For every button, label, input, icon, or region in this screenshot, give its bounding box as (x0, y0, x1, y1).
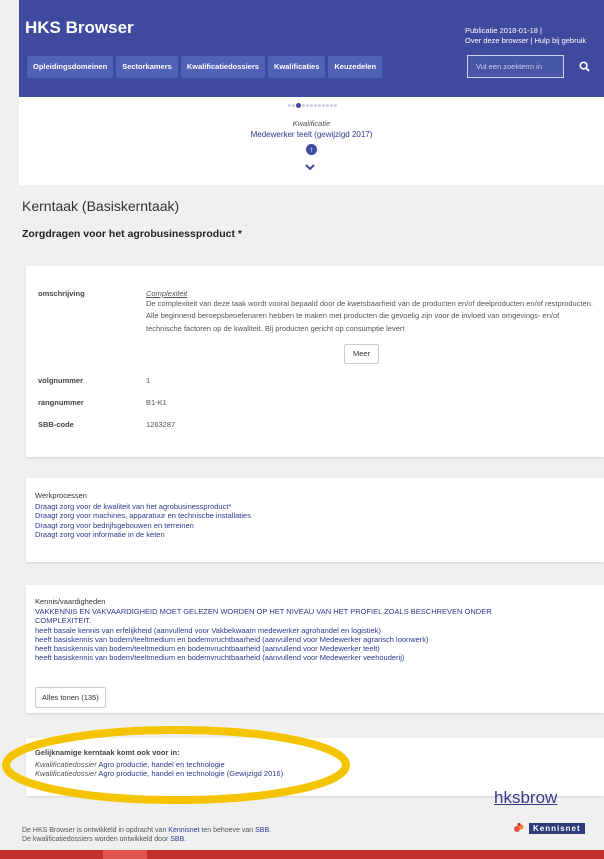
footer: De HKS Browser is ontwikkeld in opdracht… (22, 826, 271, 844)
kennis-card: Kennis/vaardigheden VAKKENNIS EN VAKVAAR… (26, 585, 604, 713)
pager-dot[interactable] (302, 104, 305, 107)
dossier-link[interactable]: Agro productie, handel en technologie (98, 760, 224, 769)
bottom-bar (0, 850, 604, 859)
search-input[interactable]: Vul een zoekterm in (467, 55, 564, 78)
gelijknamig-list: Kwalificatiedossier Agro productie, hand… (35, 760, 283, 779)
werkproces-link[interactable]: Draagt zorg voor machines, apparatuur en… (35, 511, 251, 520)
chevron-down-icon[interactable] (305, 163, 315, 174)
kennisnet-link[interactable]: Kennisnet (168, 827, 199, 834)
sbb-link-2[interactable]: SBB (170, 836, 184, 843)
search-button[interactable] (565, 55, 604, 78)
watermark-text: hksbrow (494, 788, 558, 807)
gelijknamig-item[interactable]: Kwalificatiedossier Agro productie, hand… (35, 760, 283, 769)
meer-button[interactable]: Meer (344, 344, 380, 364)
kennis-item: COMPLEXITEIT. (35, 616, 92, 626)
pager-dot[interactable] (314, 104, 317, 107)
rangnummer-value: B1-K1 (146, 398, 167, 407)
description-text: De complexiteit van deze taak wordt voor… (146, 299, 593, 333)
dossier-link[interactable]: Agro productie, handel en technologie (G… (98, 769, 283, 778)
pager-dot[interactable] (326, 104, 329, 107)
sbb-code-label: SBB-code (38, 420, 74, 429)
header-info: Publicatie 2018-01-18 | Over deze browse… (465, 26, 586, 46)
publication-date: Publicatie 2018-01-18 | (465, 26, 542, 35)
sbb-code-value: 1263287 (146, 420, 176, 429)
werkprocessen-card: Werkprocessen Draagt zorg voor de kwalit… (26, 478, 604, 562)
pager-dot[interactable] (306, 104, 309, 107)
footer-text-2: ten behoeve van (201, 827, 254, 834)
footer-text-3: De kwalificatiedossiers worden ontwikkel… (22, 836, 169, 843)
app-title[interactable]: HKS Browser (25, 18, 134, 38)
search-box: Vul een zoekterm in (467, 55, 604, 78)
footer-text-1: De HKS Browser is ontwikkeld in opdracht… (22, 827, 167, 834)
kennis-item[interactable]: heeft basiskennis van bodem/teeltmedium … (35, 644, 492, 653)
kennisnet-icon (514, 822, 524, 832)
omschrijving-label: omschrijving (38, 289, 85, 298)
pager-dot[interactable] (296, 103, 301, 108)
kennisnet-logo-text: Kennisnet (529, 822, 585, 834)
pager-dot[interactable] (334, 104, 337, 107)
gelijknamig-item[interactable]: Kwalificatiedossier Agro productie, hand… (35, 769, 283, 778)
pager-dot[interactable] (318, 104, 321, 107)
rangnummer-label: rangnummer (38, 398, 84, 407)
pager-dots (288, 103, 337, 108)
qualification-pager: Kwalificatie Medewerker teelt (gewijzigd… (19, 97, 604, 185)
main-nav: Opleidingsdomeinen Sectorkamers Kwalific… (19, 56, 383, 78)
search-icon (579, 61, 590, 72)
qualification-link[interactable]: Medewerker teelt (gewijzigd 2017) (19, 130, 604, 139)
show-all-button[interactable]: Alles tonen (135) (35, 687, 106, 708)
page-subtitle: Zorgdragen voor het agrobusinessproduct … (22, 228, 242, 240)
nav-kwalificaties[interactable]: Kwalificaties (267, 56, 326, 78)
nav-opleidingsdomeinen[interactable]: Opleidingsdomeinen (27, 56, 114, 78)
complexity-label: Complexiteit (146, 289, 188, 298)
kennis-item[interactable]: heeft basiskennis van bodem/teeltmedium … (35, 635, 492, 644)
arrow-up-icon[interactable]: ↑ (306, 144, 317, 155)
footer-line-2: De kwalificatiedossiers worden ontwikkel… (22, 836, 187, 843)
pager-dot[interactable] (310, 104, 313, 107)
volgnummer-label: volgnummer (38, 376, 84, 385)
kennisnet-logo[interactable]: Kennisnet (513, 822, 585, 834)
werkprocessen-list: Draagt zorg voor de kwaliteit van het ag… (35, 502, 251, 539)
header-links[interactable]: Over deze browser | Hulp bij gebruik (465, 36, 586, 46)
kennis-list: VAKKENNIS EN VAKVAARDIGHEID MOET GELEZEN… (35, 607, 492, 663)
pager-dot[interactable] (322, 104, 325, 107)
dossier-prefix: Kwalificatiedossier (35, 760, 97, 769)
volgnummer-value: 1 (146, 376, 151, 385)
werkproces-link[interactable]: Draagt zorg voor de kwaliteit van het ag… (35, 502, 251, 511)
details-card: omschrijving Complexiteit De complexitei… (26, 266, 604, 457)
pager-dot[interactable] (292, 104, 295, 107)
kennis-item: VAKKENNIS EN VAKVAARDIGHEID MOET GELEZEN… (35, 607, 492, 616)
kennis-item[interactable]: heeft basale kennis van erfelijkheid (aa… (35, 626, 492, 635)
app-header: HKS Browser Publicatie 2018-01-18 | Over… (19, 0, 604, 97)
nav-kwalificatiedossiers[interactable]: Kwalificatiedossiers (180, 56, 265, 78)
sbb-link[interactable]: SBB (255, 827, 269, 834)
kennis-title: Kennis/vaardigheden (35, 597, 106, 606)
pager-dot[interactable] (330, 104, 333, 107)
pager-dot[interactable] (288, 104, 291, 107)
nav-keuzedelen[interactable]: Keuzedelen (328, 56, 383, 78)
werkprocessen-title: Werkprocessen (35, 491, 87, 500)
footer-line-1: De HKS Browser is ontwikkeld in opdracht… (22, 827, 272, 834)
werkproces-link[interactable]: Draagt zorg voor bedrijfsgebouwen en ter… (35, 521, 251, 530)
dossier-prefix: Kwalificatiedossier (35, 769, 97, 779)
qualification-type: Kwalificatie (292, 119, 331, 128)
werkproces-link[interactable]: Draagt zorg voor informatie in de keten (35, 530, 251, 539)
page-title: Kerntaak (Basiskerntaak) (22, 198, 180, 214)
kennis-item[interactable]: heeft basiskennis van bodem/teeltmedium … (35, 653, 492, 662)
nav-sectorkamers[interactable]: Sectorkamers (116, 56, 178, 78)
gelijknamig-title: Gelijknamige kerntaak komt ook voor in: (35, 748, 180, 757)
